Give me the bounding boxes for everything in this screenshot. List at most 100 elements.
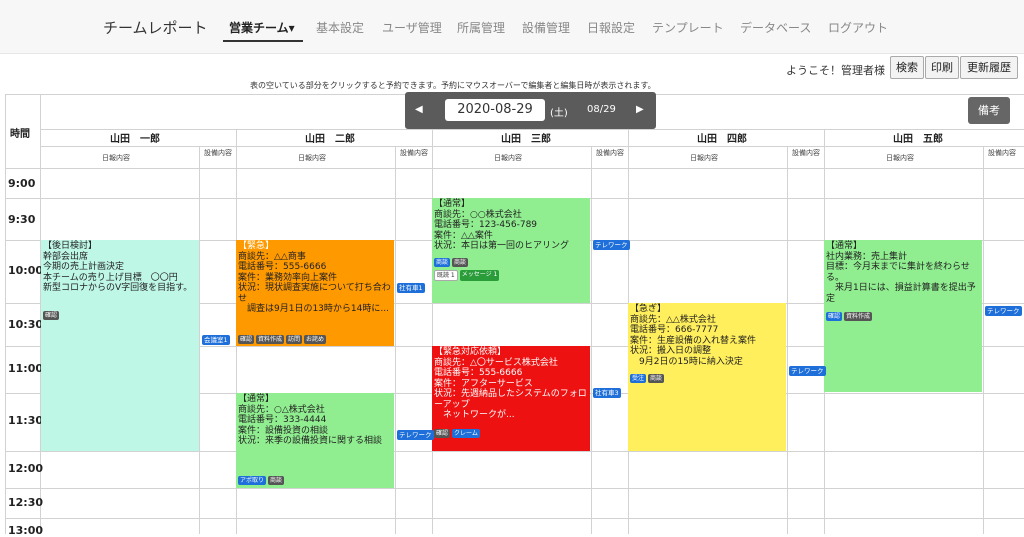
nav-templates[interactable]: テンプレート bbox=[652, 19, 724, 36]
card-line: 9月2日の15時に納入決定 bbox=[630, 356, 743, 367]
equip-col-header-5: 設備内容 bbox=[988, 149, 1016, 157]
equipment-booking[interactable]: 社有車1 bbox=[397, 283, 425, 293]
tag[interactable]: お詫め bbox=[304, 335, 327, 344]
card-line: 商談先：△〇サービス株式会社 bbox=[434, 357, 558, 368]
tag[interactable]: 商談 bbox=[268, 476, 285, 485]
equipment-booking[interactable]: テレワーク bbox=[789, 366, 826, 376]
card-line: 状況：来季の設備投資に関する相談 bbox=[238, 436, 383, 446]
tag[interactable]: 資料作成 bbox=[256, 335, 285, 344]
time-label: 12:00 bbox=[8, 462, 44, 475]
read-count-tag[interactable]: 既読 1 bbox=[434, 270, 458, 281]
instruction-text: 表の空いている部分をクリックすると予約できます。予約にマウスオーバーで編集者と編… bbox=[250, 81, 656, 90]
report-card[interactable]: 【通常】 商談先：○○株式会社 電話番号：123-456-789 案件：△△案件… bbox=[432, 198, 590, 303]
brand[interactable]: チームレポート bbox=[103, 17, 208, 38]
report-card[interactable]: 【緊急対応依頼】 商談先：△〇サービス株式会社 電話番号：555-6666 案件… bbox=[432, 346, 590, 451]
navbar: チームレポート 営業チーム▾ 基本設定 ユーザ管理 所属管理 設備管理 日報設定… bbox=[0, 0, 1024, 54]
report-card[interactable]: 【急ぎ】 商談先：△△株式会社 電話番号：666-7777 案件：生産設備の入れ… bbox=[628, 303, 786, 451]
equip-col-header-4: 設備内容 bbox=[792, 149, 820, 157]
tag[interactable]: 確認 bbox=[238, 335, 255, 344]
nav-equipment-management[interactable]: 設備管理 bbox=[522, 19, 570, 36]
equip-col-header-3: 設備内容 bbox=[596, 149, 624, 157]
nav-department-management[interactable]: 所属管理 bbox=[457, 19, 505, 36]
time-label: 11:30 bbox=[8, 414, 44, 427]
card-line: 商談先：△△商事 bbox=[238, 251, 306, 262]
nav-basic-settings[interactable]: 基本設定 bbox=[316, 19, 364, 36]
grid-vline bbox=[983, 146, 984, 534]
report-col-header-3: 日報内容 bbox=[494, 154, 522, 162]
equipment-booking[interactable]: テレワーク bbox=[593, 240, 630, 250]
message-count-tag[interactable]: メッセージ 1 bbox=[459, 270, 500, 281]
tag[interactable]: 確認 bbox=[826, 312, 843, 321]
card-line: 社内業務：売上集計 bbox=[826, 251, 908, 262]
card-line: 【通常】 bbox=[826, 241, 863, 251]
tag[interactable]: 商談 bbox=[434, 258, 451, 267]
report-card[interactable]: 【緊急】 商談先：△△商事 電話番号：555-6666 案件：業務効率向上案件 … bbox=[236, 240, 394, 346]
nav-team-dropdown[interactable]: 営業チーム▾ bbox=[229, 19, 295, 36]
grid-vline bbox=[432, 129, 433, 534]
grid-vline bbox=[591, 146, 592, 534]
card-tags: 商談 商談 bbox=[434, 258, 469, 267]
equipment-booking[interactable]: テレワーク bbox=[985, 306, 1022, 316]
card-line: 【急ぎ】 bbox=[630, 304, 667, 314]
card-line: 幹部会出席 bbox=[43, 251, 89, 262]
date-input[interactable]: 2020-08-29 bbox=[445, 99, 545, 121]
equip-col-header-1: 設備内容 bbox=[204, 149, 232, 157]
time-label: 9:30 bbox=[8, 213, 36, 226]
card-line: 調査は9月1日の13時から14時に... bbox=[238, 304, 389, 314]
grid-hline bbox=[5, 451, 1024, 452]
card-line: 電話番号：666-7777 bbox=[630, 325, 719, 335]
tag[interactable]: 確認 bbox=[43, 311, 60, 320]
time-label: 10:00 bbox=[8, 264, 44, 277]
tag[interactable]: クレーム bbox=[452, 429, 480, 438]
card-line: 【通常】 bbox=[434, 199, 471, 209]
nav-report-settings[interactable]: 日報設定 bbox=[587, 19, 635, 36]
report-col-header-4: 日報内容 bbox=[690, 154, 718, 162]
print-button[interactable]: 印刷 bbox=[925, 56, 959, 79]
tag[interactable]: 資料作成 bbox=[844, 312, 873, 321]
card-line: 案件：アフターサービス bbox=[434, 378, 533, 389]
report-card[interactable]: 【後日検討】 幹部会出席 今期の売上計画決定 本チームの売り上げ目標 〇〇円 新… bbox=[41, 240, 199, 451]
card-line: 案件：業務効率向上案件 bbox=[238, 272, 338, 283]
nav-logout[interactable]: ログアウト bbox=[828, 19, 888, 36]
report-card[interactable]: 【通常】 商談先：○△株式会社 電話番号：333-4444 案件：設備投資の相談… bbox=[236, 393, 394, 488]
card-line: 商談先：○△株式会社 bbox=[238, 404, 325, 415]
report-card[interactable]: 【通常】 社内業務：売上集計 目標：今月末までに集計を終わらせる。 来月1日には… bbox=[824, 240, 982, 392]
tag[interactable]: 商談 bbox=[452, 258, 469, 267]
grid-hline bbox=[5, 168, 1024, 169]
card-tags: 確認 資料作成 bbox=[826, 312, 873, 321]
search-button[interactable]: 検索 bbox=[890, 56, 924, 79]
tag[interactable]: 商談 bbox=[648, 374, 665, 383]
equipment-booking[interactable]: 社有車3 bbox=[593, 388, 621, 398]
card-line: 【緊急】 bbox=[238, 241, 275, 251]
person-header-5: 山田 五郎 bbox=[893, 134, 943, 145]
nav-database[interactable]: データベース bbox=[740, 19, 811, 36]
card-line: 今期の売上計画決定 bbox=[43, 262, 125, 272]
time-label: 12:30 bbox=[8, 496, 44, 509]
equip-col-header-2: 設備内容 bbox=[400, 149, 428, 157]
nav-user-management[interactable]: ユーザ管理 bbox=[382, 19, 442, 36]
report-col-header-5: 日報内容 bbox=[886, 154, 914, 162]
card-line: 案件：設備投資の相談 bbox=[238, 425, 329, 436]
card-line: 電話番号：555-6666 bbox=[434, 368, 523, 378]
card-tags: 受注 商談 bbox=[630, 374, 665, 383]
person-header-4: 山田 四郎 bbox=[697, 134, 747, 145]
card-line: 状況：本日は第一回のヒアリング bbox=[434, 241, 570, 251]
tag[interactable]: 訪問 bbox=[286, 335, 303, 344]
tag[interactable]: アポ取り bbox=[238, 476, 267, 485]
tag[interactable]: 受注 bbox=[630, 374, 647, 383]
equipment-booking[interactable]: テレワーク bbox=[397, 430, 434, 440]
tag[interactable]: 確認 bbox=[434, 429, 451, 438]
next-day-icon[interactable]: ▶ bbox=[636, 104, 644, 115]
time-label: 10:30 bbox=[8, 318, 44, 331]
time-column-header: 時間 bbox=[10, 129, 30, 140]
card-line: 電話番号：333-4444 bbox=[238, 415, 327, 425]
history-button[interactable]: 更新履歴 bbox=[960, 56, 1018, 79]
prev-day-icon[interactable]: ◀ bbox=[415, 104, 423, 115]
equipment-booking[interactable]: 会議室1 bbox=[202, 335, 230, 345]
memo-button[interactable]: 備考 bbox=[968, 97, 1010, 124]
day-of-week: (土) bbox=[550, 108, 568, 119]
card-tags-status: 既読 1 メッセージ 1 bbox=[434, 270, 500, 281]
date-short: 08/29 bbox=[587, 104, 616, 115]
card-line: 新型コロナからのV字回復を目指す。 bbox=[43, 283, 193, 293]
card-line: 電話番号：555-6666 bbox=[238, 262, 327, 272]
